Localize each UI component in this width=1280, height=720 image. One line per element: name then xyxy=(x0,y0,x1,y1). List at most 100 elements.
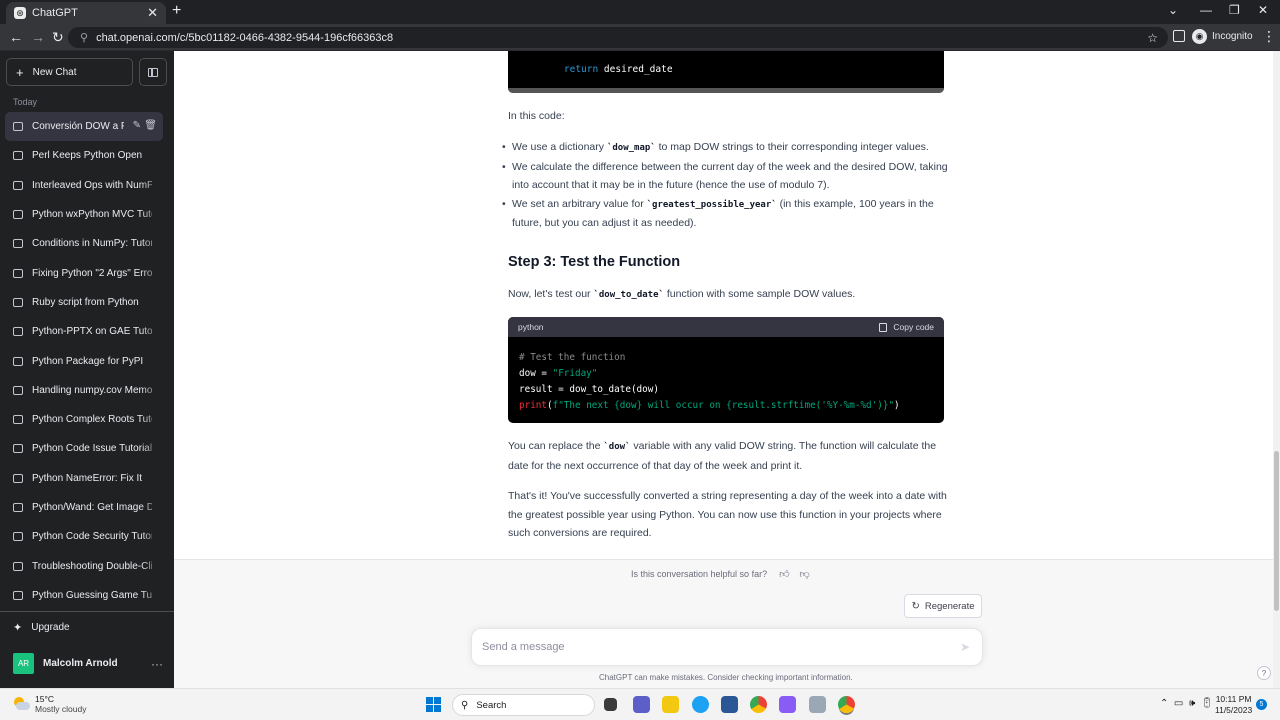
title-fade xyxy=(141,141,163,171)
code-horizontal-scrollbar[interactable] xyxy=(508,88,944,93)
chat-scrollbar[interactable] xyxy=(1273,51,1280,688)
vpn-app-icon[interactable] xyxy=(779,696,796,713)
taskbar-search[interactable]: ⚲ Search xyxy=(452,694,595,716)
forward-icon[interactable]: → xyxy=(31,29,45,45)
back-icon[interactable]: ← xyxy=(9,29,23,45)
title-fade xyxy=(141,346,163,376)
close-window-icon[interactable]: ✕ xyxy=(1258,3,1268,17)
feedback-prompt: Is this conversation helpful so far? 👍︎ … xyxy=(631,568,810,580)
edit-icon[interactable]: ✎ xyxy=(133,120,141,131)
chat-bubble-icon xyxy=(13,239,23,249)
image-app-icon[interactable] xyxy=(809,696,826,713)
sidebar-conversation-item[interactable]: Conversión DOW a Fe ✎ 🗑︎ xyxy=(5,112,163,142)
thumbs-down-icon[interactable]: 👎︎ xyxy=(800,568,810,580)
message-input[interactable] xyxy=(482,641,942,653)
conversation-title: Python-PPTX on GAE Tutorial xyxy=(32,326,152,338)
sidebar-conversation-item[interactable]: Ruby script from Python xyxy=(5,287,163,318)
conversation-title: Python Package for PyPI xyxy=(32,355,144,367)
user-name: Malcolm Arnold xyxy=(43,658,118,669)
new-chat-button[interactable]: + New Chat xyxy=(6,58,133,86)
conversation-title: Python Code Issue Tutorial xyxy=(32,443,152,455)
taskbar-search-label: Search xyxy=(476,699,507,711)
reload-icon[interactable]: ↻ xyxy=(52,29,64,46)
task-view-icon[interactable] xyxy=(604,698,617,711)
windows-start-icon[interactable] xyxy=(426,697,441,712)
chrome-icon[interactable] xyxy=(750,696,767,713)
new-chat-label: New Chat xyxy=(32,66,77,78)
site-info-icon[interactable]: ⚲ xyxy=(80,31,88,44)
sidebar-conversation-item[interactable]: Python wxPython MVC Tutorial xyxy=(5,199,163,230)
chat-bubble-icon xyxy=(13,590,23,600)
sidebar-conversation-item[interactable]: Python NameError: Fix It xyxy=(5,463,163,493)
restore-icon[interactable]: ❐ xyxy=(1229,3,1240,17)
sidebar-conversation-item[interactable]: Troubleshooting Double-Click xyxy=(5,551,163,581)
scroll-thumb[interactable] xyxy=(1274,451,1279,611)
more-options-icon[interactable]: ··· xyxy=(151,657,163,671)
system-tray-icons[interactable]: ⌃ ▭ 🕪︎ 🔋︎ xyxy=(1160,698,1214,709)
sidebar-conversation-item[interactable]: Handling numpy.cov Memory xyxy=(5,375,163,405)
minimize-icon[interactable]: — xyxy=(1200,3,1212,17)
system-clock[interactable]: 10:11 PM 11/5/2023 xyxy=(1215,694,1252,716)
tab-title: ChatGPT xyxy=(32,7,78,19)
sidebar-conversation-item[interactable]: Python Code Security Tutorial xyxy=(5,522,163,552)
tab-search-icon[interactable]: ⌄ xyxy=(1168,3,1178,17)
chat-bubble-icon xyxy=(13,122,23,132)
edge-browser-icon[interactable] xyxy=(692,696,709,713)
title-fade xyxy=(141,551,163,581)
conversation-title: Python NameError: Fix It xyxy=(32,472,143,484)
chat-bubble-icon xyxy=(13,151,23,161)
refresh-icon: ↻ xyxy=(911,600,920,612)
sidebar-conversation-item[interactable]: Python Guessing Game Tutorial xyxy=(5,580,163,611)
browser-tab-bar: ⊛ ChatGPT ✕ + ⌄ — ❐ ✕ xyxy=(0,0,1280,24)
conversation-title: Troubleshooting Double-Click xyxy=(32,560,152,572)
conversation-title: Python Complex Roots Tutorial xyxy=(32,414,152,426)
close-tab-icon[interactable]: ✕ xyxy=(147,5,158,21)
sidebar-conversation-item[interactable]: Python/Wand: Get Image De xyxy=(5,492,163,523)
list-item: We use a dictionary `dow_map` to map DOW… xyxy=(502,138,952,158)
step3-heading: Step 3: Test the Function xyxy=(508,254,681,270)
help-button[interactable]: ? xyxy=(1257,666,1271,680)
step3-intro: Now, let's test our `dow_to_date` functi… xyxy=(508,288,856,300)
chat-main: return desired_date In this code: We use… xyxy=(174,51,1280,688)
close-sidebar-button[interactable] xyxy=(139,58,167,86)
sidebar-conversation-item[interactable]: Python Code Issue Tutorial xyxy=(5,434,163,464)
trash-icon[interactable]: 🗑︎ xyxy=(144,120,157,131)
conversation-title: Python Code Security Tutorial xyxy=(32,531,152,543)
side-panel-icon[interactable] xyxy=(1173,30,1185,42)
code-block-previous: return desired_date xyxy=(508,51,944,93)
weather-widget[interactable]: 15°C Mostly cloudy xyxy=(12,694,87,714)
conversation-title: Interleaved Ops with NumPy xyxy=(32,179,152,191)
incognito-indicator[interactable]: ◉ Incognito xyxy=(1192,29,1253,44)
chat-bubble-icon xyxy=(13,444,23,454)
new-tab-icon[interactable]: + xyxy=(172,2,181,20)
bookmark-star-icon[interactable]: ☆ xyxy=(1147,31,1158,45)
sidebar-conversation-item[interactable]: Perl Keeps Python Open xyxy=(5,141,163,171)
upgrade-button[interactable]: ✦ Upgrade xyxy=(13,621,70,634)
chatgpt-favicon-icon: ⊛ xyxy=(14,7,26,19)
sidebar-conversation-item[interactable]: Interleaved Ops with NumPy xyxy=(5,170,163,200)
sidebar-conversation-item[interactable]: Python-PPTX on GAE Tutorial xyxy=(5,317,163,347)
sidebar-conversation-item[interactable]: Python Complex Roots Tutorial xyxy=(5,404,163,435)
file-explorer-icon[interactable] xyxy=(662,696,679,713)
regenerate-label: Regenerate xyxy=(924,600,975,612)
chrome-active-icon[interactable] xyxy=(838,696,855,713)
browser-menu-icon[interactable]: ⋮ xyxy=(1262,28,1276,45)
sidebar-conversation-item[interactable]: Python Package for PyPI xyxy=(5,346,163,376)
sidebar-conversation-item[interactable]: Fixing Python "2 Args" Error xyxy=(5,258,163,288)
avatar: AR xyxy=(13,653,34,674)
browser-tab[interactable]: ⊛ ChatGPT ✕ xyxy=(6,2,166,24)
store-icon[interactable] xyxy=(721,696,738,713)
thumbs-up-icon[interactable]: 👍︎ xyxy=(779,568,789,580)
chat-bubble-icon xyxy=(13,297,23,307)
disclaimer-text: ChatGPT can make mistakes. Consider chec… xyxy=(599,673,853,682)
plus-icon: + xyxy=(16,64,24,80)
copy-code-button[interactable]: Copy code xyxy=(879,322,934,332)
teams-chat-icon[interactable] xyxy=(633,696,650,713)
section-heading-today: Today xyxy=(13,97,38,107)
address-bar[interactable]: ⚲ chat.openai.com/c/5bc01182-0466-4382-9… xyxy=(68,27,1168,48)
notification-badge[interactable]: 5 xyxy=(1256,699,1267,710)
sidebar-conversation-item[interactable]: Conditions in NumPy: Tutorial xyxy=(5,229,163,259)
send-icon[interactable]: ➤ xyxy=(960,640,970,654)
user-menu[interactable]: AR Malcolm Arnold ··· xyxy=(13,653,163,674)
regenerate-button[interactable]: ↻ Regenerate xyxy=(904,594,982,618)
